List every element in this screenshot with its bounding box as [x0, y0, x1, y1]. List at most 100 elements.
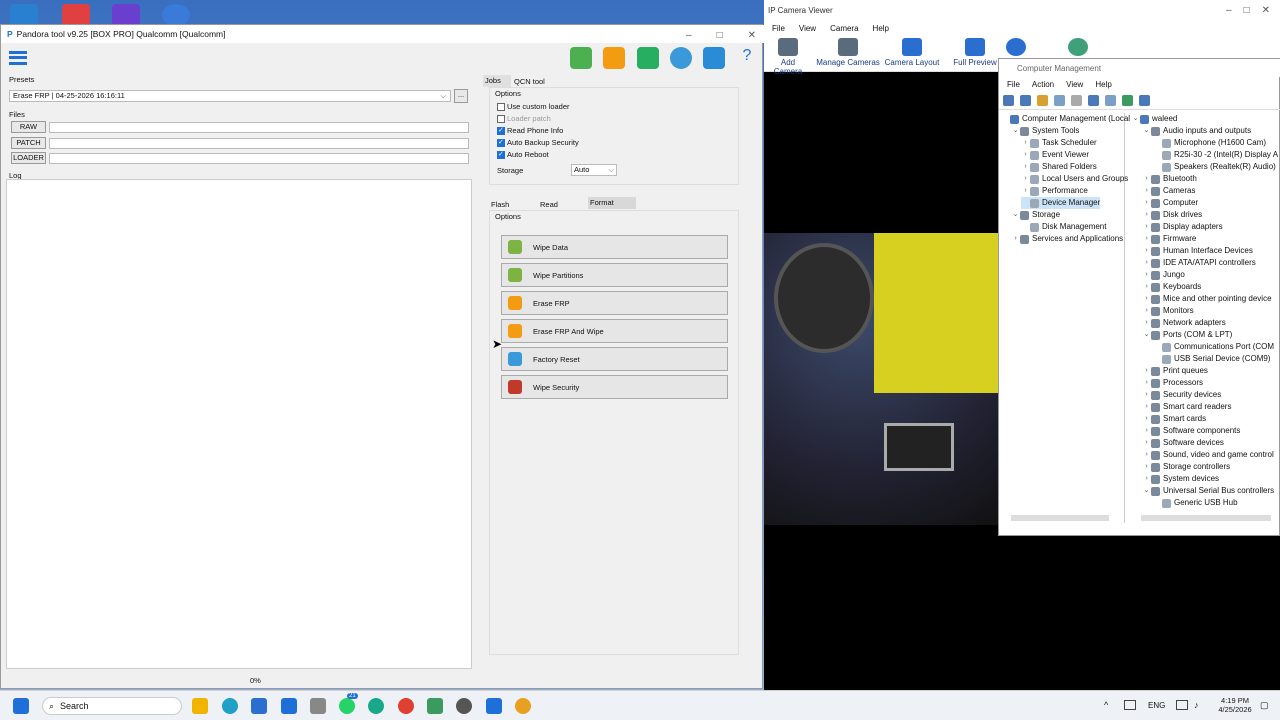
manage-cameras-button[interactable]: Manage Cameras [816, 38, 880, 67]
app-icon-2[interactable] [310, 698, 326, 714]
minimize-icon[interactable]: – [686, 30, 692, 41]
close-icon[interactable]: ✕ [1262, 5, 1270, 16]
tree-item[interactable]: › Task Scheduler [1021, 137, 1097, 149]
store-icon[interactable] [251, 698, 267, 714]
tree-item[interactable]: › Performance [1021, 185, 1088, 197]
chevron-right-icon[interactable]: › [1011, 233, 1020, 245]
tree-item[interactable]: › Event Viewer [1021, 149, 1089, 161]
action-button[interactable]: Erase FRP And Wipe [501, 319, 728, 343]
chevron-down-icon[interactable]: ⌄ [1142, 485, 1151, 497]
tree-item[interactable]: › Cameras [1142, 185, 1195, 197]
tree-item[interactable]: › Services and Applications [1011, 233, 1123, 245]
chevron-right-icon[interactable]: › [1142, 425, 1151, 437]
maximize-icon[interactable]: □ [1244, 5, 1250, 16]
menu-file[interactable]: File [772, 24, 785, 33]
chevron-right-icon[interactable]: › [1142, 269, 1151, 281]
chevron-right-icon[interactable]: › [1142, 317, 1151, 329]
chevron-right-icon[interactable]: › [1142, 413, 1151, 425]
chevron-right-icon[interactable]: › [1142, 281, 1151, 293]
chevron-right-icon[interactable]: › [1021, 161, 1030, 173]
properties-icon[interactable] [1071, 95, 1082, 106]
tab-jobs[interactable]: Jobs [483, 75, 511, 87]
chevron-down-icon[interactable]: ⌄ [1131, 113, 1140, 125]
scan-icon[interactable] [1122, 95, 1133, 106]
chevron-up-icon[interactable]: ^ [1104, 700, 1108, 710]
option-checkbox[interactable] [497, 138, 505, 147]
option-checkbox[interactable] [497, 126, 505, 135]
tree-item[interactable]: › Keyboards [1142, 281, 1201, 293]
tree-item[interactable]: ⌄ Universal Serial Bus controllers [1142, 485, 1274, 497]
patch-button[interactable]: PATCH [11, 137, 46, 149]
tree-scrollbar[interactable] [1011, 515, 1109, 521]
menu-help[interactable]: Help [873, 24, 889, 33]
language-indicator[interactable]: ENG [1148, 701, 1165, 710]
help-icon[interactable] [1088, 95, 1099, 106]
camera-layout-button[interactable]: Camera Layout [884, 38, 940, 67]
windows-start-icon[interactable] [13, 698, 29, 714]
maximize-icon[interactable]: □ [717, 30, 723, 41]
tree-item[interactable]: › Storage controllers [1142, 461, 1230, 473]
chevron-right-icon[interactable]: › [1142, 449, 1151, 461]
cm-menu-action[interactable]: Action [1032, 80, 1054, 89]
chevron-right-icon[interactable]: › [1142, 365, 1151, 377]
tree-item[interactable]: › Processors [1142, 377, 1203, 389]
chevron-right-icon[interactable]: › [1021, 173, 1030, 185]
tree-item[interactable]: › Firmware [1142, 233, 1196, 245]
tree-item[interactable]: R25i-30 -2 (Intel(R) Display A [1153, 149, 1278, 161]
tree-item[interactable]: ⌄ Storage [1011, 209, 1060, 221]
action-button[interactable]: Factory Reset [501, 347, 728, 371]
tree-item[interactable]: › Shared Folders [1021, 161, 1097, 173]
eft-icon[interactable] [62, 4, 90, 26]
notification-icon[interactable]: ▢ [1260, 700, 1269, 711]
patch-path-input[interactable] [49, 138, 469, 149]
chevron-right-icon[interactable]: › [1021, 137, 1030, 149]
chevron-right-icon[interactable]: › [1021, 185, 1030, 197]
tree-item[interactable]: › Jungo [1142, 269, 1185, 281]
chevron-down-icon[interactable]: ⌄ [1011, 125, 1020, 137]
add-camera-button[interactable]: Add Camera [766, 38, 810, 76]
folder-icon[interactable] [10, 4, 38, 26]
cm-menu-help[interactable]: Help [1095, 80, 1111, 89]
preset-more-button[interactable]: ... [454, 89, 468, 103]
chevron-right-icon[interactable]: › [1142, 233, 1151, 245]
chevron-right-icon[interactable]: › [1142, 305, 1151, 317]
gear-icon[interactable] [670, 47, 692, 69]
file-explorer-icon[interactable] [192, 698, 208, 714]
chevron-right-icon[interactable]: › [1142, 185, 1151, 197]
view-icon[interactable] [1105, 95, 1116, 106]
full-preview-button[interactable]: Full Preview [952, 38, 998, 67]
tree-item[interactable]: Computer Management (Local [1001, 113, 1130, 125]
save-icon[interactable] [570, 47, 592, 69]
monitor-icon[interactable] [1139, 95, 1150, 106]
chrome-icon[interactable] [515, 698, 531, 714]
search-box[interactable]: ⌕ Search [42, 697, 182, 715]
z-icon[interactable] [112, 4, 140, 26]
gear-app-icon[interactable] [368, 698, 384, 714]
show-hide-icon[interactable] [1054, 95, 1065, 106]
tree-item[interactable]: ⌄ Audio inputs and outputs [1142, 125, 1251, 137]
tree-item[interactable]: USB Serial Device (COM9) [1153, 353, 1270, 365]
tree-item[interactable]: Device Manager [1021, 197, 1101, 209]
chevron-down-icon[interactable]: ⌄ [1011, 209, 1020, 221]
tab-read[interactable]: Read [540, 200, 558, 209]
tree-item[interactable]: › Print queues [1142, 365, 1208, 377]
tree-item[interactable]: › Software devices [1142, 437, 1224, 449]
tree-item[interactable]: Generic USB Hub [1153, 497, 1238, 509]
tree-item[interactable]: Speakers (Realtek(R) Audio) [1153, 161, 1276, 173]
chevron-right-icon[interactable]: › [1142, 389, 1151, 401]
tree-item[interactable]: › Computer [1142, 197, 1198, 209]
chevron-right-icon[interactable]: › [1142, 461, 1151, 473]
download-icon[interactable] [603, 47, 625, 69]
volume-icon[interactable]: ♪ [1194, 700, 1199, 710]
option-checkbox[interactable] [497, 150, 505, 159]
chevron-right-icon[interactable]: › [1142, 401, 1151, 413]
tree-item[interactable]: › Display adapters [1142, 221, 1223, 233]
whatsapp-icon[interactable]: 21 [339, 693, 358, 714]
tree-item[interactable]: › Network adapters [1142, 317, 1226, 329]
tree-item[interactable]: › Mice and other pointing device [1142, 293, 1272, 305]
tab-flash[interactable]: Flash [491, 200, 509, 209]
chevron-right-icon[interactable]: › [1142, 245, 1151, 257]
action-button[interactable]: Wipe Security [501, 375, 728, 399]
chevron-down-icon[interactable]: ⌄ [1142, 329, 1151, 341]
tree-item[interactable]: › Smart cards [1142, 413, 1206, 425]
